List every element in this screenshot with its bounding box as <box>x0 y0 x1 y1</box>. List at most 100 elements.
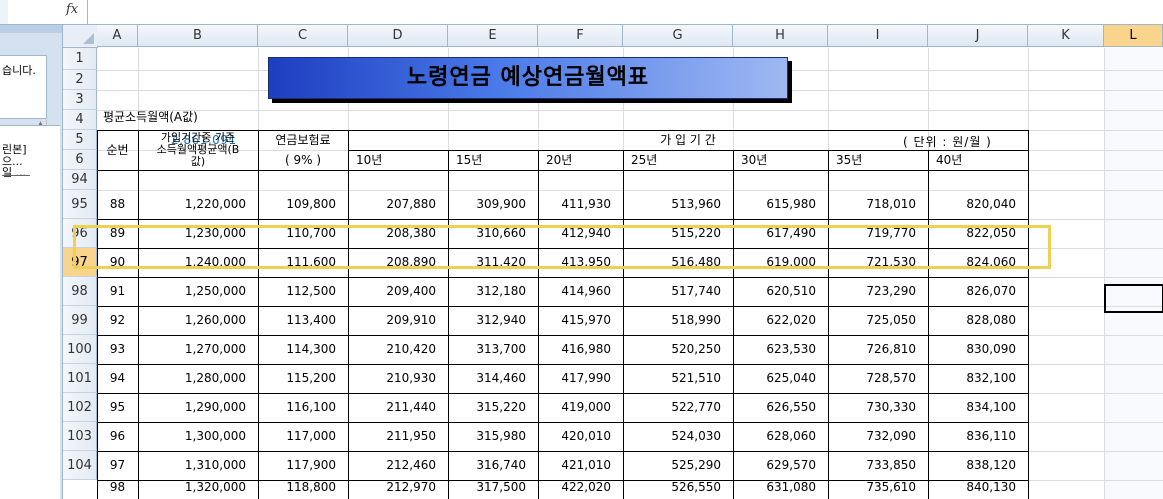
table-cell[interactable]: 723,290 <box>828 277 928 306</box>
table-cell[interactable]: 209,400 <box>348 277 448 306</box>
table-cell[interactable]: 209,910 <box>348 306 448 335</box>
table-cell[interactable]: 97 <box>97 451 138 480</box>
row-header[interactable]: 6 <box>63 150 97 170</box>
select-all-corner[interactable] <box>63 25 98 48</box>
table-cell[interactable]: 94 <box>97 364 138 393</box>
table-cell[interactable]: 1,260,000 <box>138 306 258 335</box>
row-header[interactable]: 1 <box>63 48 97 70</box>
column-header-i[interactable]: I <box>828 25 928 47</box>
table-cell[interactable]: 411,930 <box>538 190 623 219</box>
table-cell[interactable]: 422,020 <box>538 480 623 494</box>
table-cell[interactable]: 309,900 <box>448 190 538 219</box>
row-header[interactable]: 101 <box>63 364 97 393</box>
table-cell[interactable]: 1,250,000 <box>138 277 258 306</box>
table-cell[interactable]: 524,030 <box>623 422 733 451</box>
table-cell[interactable]: 620,510 <box>733 277 828 306</box>
table-cell[interactable]: 836,110 <box>928 422 1028 451</box>
table-cell[interactable]: 1,220,000 <box>138 190 258 219</box>
header-year[interactable]: 25년 <box>623 150 733 170</box>
table-cell[interactable]: 317,500 <box>448 480 538 494</box>
table-cell[interactable]: 98 <box>97 480 138 494</box>
table-cell[interactable]: 116,100 <box>258 393 348 422</box>
table-cell[interactable]: 312,940 <box>448 306 538 335</box>
table-cell[interactable]: 1,320,000 <box>138 480 258 494</box>
table-cell[interactable]: 521,510 <box>623 364 733 393</box>
row-header[interactable]: 4 <box>63 110 97 130</box>
header-period[interactable]: 가 입 기 간 <box>348 130 1028 150</box>
table-cell[interactable]: 631,080 <box>733 480 828 494</box>
table-cell[interactable]: 622,020 <box>733 306 828 335</box>
column-header-c[interactable]: C <box>258 25 348 47</box>
table-cell[interactable]: 210,420 <box>348 335 448 364</box>
table-cell[interactable]: 211,440 <box>348 393 448 422</box>
table-cell[interactable]: 118,800 <box>258 480 348 494</box>
table-cell[interactable]: 415,970 <box>538 306 623 335</box>
table-cell[interactable]: 730,330 <box>828 393 928 422</box>
table-cell[interactable]: 212,970 <box>348 480 448 494</box>
table-cell[interactable]: 615,980 <box>733 190 828 219</box>
header-year[interactable]: 20년 <box>538 150 623 170</box>
table-cell[interactable]: 316,740 <box>448 451 538 480</box>
table-cell[interactable]: 416,980 <box>538 335 623 364</box>
table-cell[interactable]: 115,200 <box>258 364 348 393</box>
column-header-d[interactable]: D <box>348 25 448 47</box>
table-cell[interactable]: 315,980 <box>448 422 538 451</box>
table-cell[interactable]: 826,070 <box>928 277 1028 306</box>
table-cell[interactable]: 725,050 <box>828 306 928 335</box>
column-header-j[interactable]: J <box>928 25 1028 47</box>
row-header[interactable]: 94 <box>63 170 97 190</box>
table-cell[interactable]: 109,800 <box>258 190 348 219</box>
header-year[interactable]: 10년 <box>348 150 448 170</box>
table-cell[interactable]: 838,120 <box>928 451 1028 480</box>
header-year[interactable]: 30년 <box>733 150 828 170</box>
table-cell[interactable]: 88 <box>97 190 138 219</box>
table-cell[interactable]: 112,500 <box>258 277 348 306</box>
column-header-k[interactable]: K <box>1028 25 1104 47</box>
column-header-b[interactable]: B <box>138 25 258 47</box>
row-header[interactable]: 103 <box>63 422 97 451</box>
header-year[interactable]: 40년 <box>928 150 1028 170</box>
table-cell[interactable]: 315,220 <box>448 393 538 422</box>
column-header-g[interactable]: G <box>623 25 733 47</box>
table-cell[interactable]: 518,990 <box>623 306 733 335</box>
table-cell[interactable]: 830,090 <box>928 335 1028 364</box>
table-cell[interactable]: 95 <box>97 393 138 422</box>
table-cell[interactable]: 211,950 <box>348 422 448 451</box>
table-cell[interactable]: 1,270,000 <box>138 335 258 364</box>
row-header[interactable]: 102 <box>63 393 97 422</box>
table-cell[interactable]: 212,460 <box>348 451 448 480</box>
function-icon[interactable]: fx <box>66 2 78 17</box>
selected-cell[interactable] <box>1104 284 1163 313</box>
row-header[interactable]: 2 <box>63 70 97 90</box>
row-header[interactable]: 104 <box>63 451 97 480</box>
task-pane-item[interactable]: 일 ... <box>2 167 26 179</box>
table-cell[interactable]: 517,740 <box>623 277 733 306</box>
row-header[interactable]: 5 <box>63 130 97 150</box>
table-cell[interactable]: 210,930 <box>348 364 448 393</box>
table-cell[interactable]: 732,090 <box>828 422 928 451</box>
table-cell[interactable]: 414,960 <box>538 277 623 306</box>
table-cell[interactable]: 628,060 <box>733 422 828 451</box>
table-cell[interactable]: 728,570 <box>828 364 928 393</box>
column-header-f[interactable]: F <box>538 25 623 47</box>
column-header-h[interactable]: H <box>733 25 828 47</box>
table-cell[interactable]: 113,400 <box>258 306 348 335</box>
column-header-l[interactable]: L <box>1104 25 1163 47</box>
table-cell[interactable]: 419,000 <box>538 393 623 422</box>
table-cell[interactable]: 313,700 <box>448 335 538 364</box>
table-cell[interactable]: 525,290 <box>623 451 733 480</box>
name-box[interactable] <box>0 0 8 24</box>
table-cell[interactable]: 513,960 <box>623 190 733 219</box>
table-cell[interactable]: 96 <box>97 422 138 451</box>
table-cell[interactable]: 1,280,000 <box>138 364 258 393</box>
table-cell[interactable]: 420,010 <box>538 422 623 451</box>
table-cell[interactable]: 840,130 <box>928 480 1028 494</box>
header-year[interactable]: 35년 <box>828 150 928 170</box>
table-cell[interactable]: 735,610 <box>828 480 928 494</box>
table-cell[interactable]: 726,810 <box>828 335 928 364</box>
header-premium[interactable]: 연금보험료 <box>258 130 348 150</box>
row-header[interactable]: 100 <box>63 335 97 364</box>
table-cell[interactable]: 117,000 <box>258 422 348 451</box>
row-header[interactable]: 95 <box>63 190 97 219</box>
header-year[interactable]: 15년 <box>448 150 538 170</box>
